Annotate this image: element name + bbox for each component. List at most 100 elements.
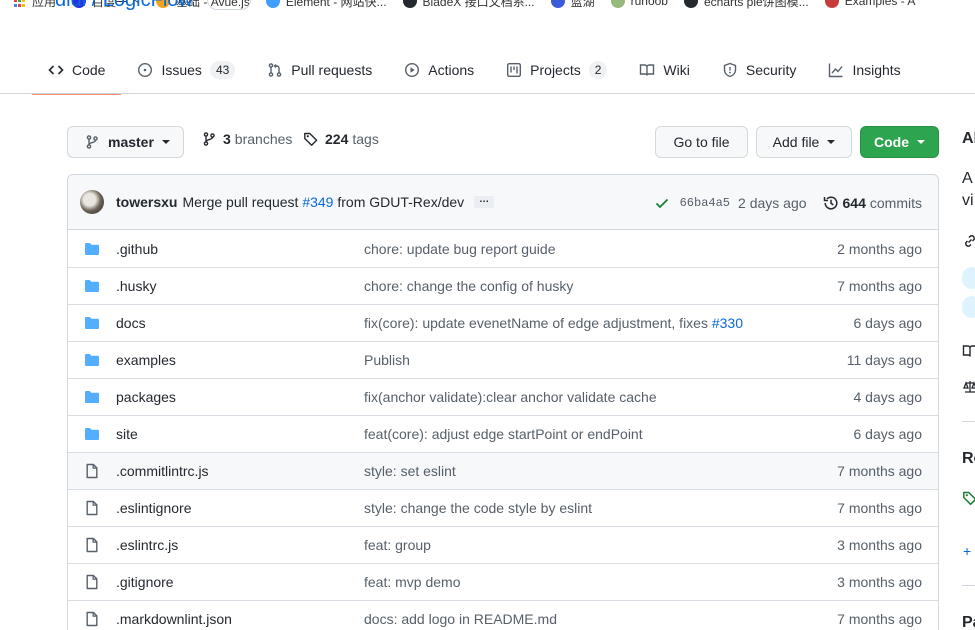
tab-code[interactable]: Code bbox=[32, 46, 122, 95]
table-row[interactable]: .eslintrc.js feat: group 3 months ago bbox=[68, 526, 938, 563]
github-icon bbox=[683, 0, 698, 8]
tab-projects[interactable]: Projects 2 bbox=[490, 46, 623, 94]
tab-actions[interactable]: Actions bbox=[388, 46, 490, 94]
table-row[interactable]: .eslintignore style: change the code styl… bbox=[68, 489, 938, 526]
commit-message-suffix[interactable]: from GDUT-Rex/dev bbox=[337, 194, 464, 210]
tags-count: 224 bbox=[325, 131, 349, 147]
commit-message-link[interactable]: docs: add logo in README.md bbox=[364, 611, 557, 627]
file-icon bbox=[84, 611, 100, 627]
bookmark-label: BladeX 接口文档系... bbox=[422, 0, 535, 9]
bookmark-label: echarts pie饼图模... bbox=[703, 0, 809, 9]
commit-message-cell: style: change the code style by eslint bbox=[364, 500, 837, 516]
issue-link[interactable]: #330 bbox=[712, 315, 743, 331]
commit-message-cell: fix(anchor validate):clear anchor valida… bbox=[364, 389, 854, 405]
commit-message-link[interactable]: style: change the code style by eslint bbox=[364, 500, 592, 516]
bookmark-item[interactable]: Examples - A bbox=[824, 0, 915, 8]
commit-message-link[interactable]: style: set eslint bbox=[364, 463, 456, 479]
commit-message-link[interactable]: Publish bbox=[364, 352, 410, 368]
packages-heading[interactable]: Pa bbox=[962, 614, 975, 630]
commit-message-link[interactable]: feat(core): adjust edge startPoint or en… bbox=[364, 426, 643, 442]
table-row[interactable]: .commitlintrc.js style: set eslint 7 month… bbox=[68, 452, 938, 489]
file-name-link[interactable]: .husky bbox=[116, 278, 364, 294]
commit-message-link[interactable]: fix(anchor validate):clear anchor valida… bbox=[364, 389, 657, 405]
bookmark-item[interactable]: 蓝湖 bbox=[550, 0, 595, 10]
bookmark-item[interactable]: echarts pie饼图模... bbox=[683, 0, 809, 10]
runoob-icon bbox=[610, 0, 625, 8]
releases-heading[interactable]: Re bbox=[962, 450, 975, 468]
file-name-link[interactable]: .eslintignore bbox=[116, 500, 364, 516]
about-heading: Al bbox=[962, 130, 975, 147]
tab-label: Wiki bbox=[663, 62, 690, 78]
bookmark-item[interactable]: Element - 网站快... bbox=[265, 0, 387, 10]
file-name-link[interactable]: examples bbox=[116, 352, 364, 368]
tab-issues[interactable]: Issues 43 bbox=[121, 46, 251, 94]
code-button[interactable]: Code bbox=[860, 126, 939, 158]
commit-message-cell: docs: add logo in README.md bbox=[364, 611, 837, 627]
commit-message-link[interactable]: fix(core): update evenetName of edge adj… bbox=[364, 315, 708, 331]
add-file-button[interactable]: Add file bbox=[756, 126, 852, 158]
table-row[interactable]: site feat(core): adjust edge startPoint o… bbox=[68, 415, 938, 452]
commit-pr-link[interactable]: #349 bbox=[302, 194, 333, 210]
file-name-link[interactable]: site bbox=[116, 426, 364, 442]
table-row[interactable]: packages fix(anchor validate):clear ancho… bbox=[68, 378, 938, 415]
more-releases-link[interactable]: + bbox=[963, 543, 971, 559]
file-name-link[interactable]: docs bbox=[116, 315, 364, 331]
commit-message-prefix[interactable]: Merge pull request bbox=[182, 194, 298, 210]
tab-security[interactable]: Security bbox=[706, 46, 813, 94]
branch-name: master bbox=[108, 134, 154, 150]
avatar[interactable] bbox=[80, 190, 104, 214]
bookmark-item[interactable]: BladeX 接口文档系... bbox=[402, 0, 535, 10]
file-name-link[interactable]: .markdownlint.json bbox=[116, 611, 364, 627]
folder-icon bbox=[84, 389, 100, 405]
tab-wiki[interactable]: Wiki bbox=[623, 46, 705, 94]
commit-time: 2 days ago bbox=[738, 194, 807, 211]
file-name-link[interactable]: packages bbox=[116, 389, 364, 405]
book-icon[interactable] bbox=[962, 343, 975, 359]
table-row[interactable]: .github chore: update bug report guide 2 m… bbox=[68, 230, 938, 267]
git-branch-icon bbox=[84, 134, 100, 150]
check-icon[interactable] bbox=[654, 195, 670, 211]
file-name-link[interactable]: .github bbox=[116, 241, 364, 257]
repo-title[interactable]: didi / LogicFlow bbox=[55, 0, 193, 22]
tab-insights[interactable]: Insights bbox=[812, 46, 916, 94]
bookmark-item[interactable]: 应用 bbox=[14, 0, 56, 10]
table-row[interactable]: examples Publish 11 days ago bbox=[68, 341, 938, 378]
file-name-link[interactable]: .eslintrc.js bbox=[116, 537, 364, 553]
table-row[interactable]: .husky chore: change the config of husky 7… bbox=[68, 267, 938, 304]
tab-pull-requests[interactable]: Pull requests bbox=[251, 46, 388, 94]
commit-message-cell: feat(core): adjust edge startPoint or en… bbox=[364, 426, 854, 442]
commit-message-link[interactable]: chore: change the config of husky bbox=[364, 278, 573, 294]
visibility-badge bbox=[207, 0, 251, 10]
commits-link[interactable]: 644 commits bbox=[823, 195, 922, 211]
topic-tag[interactable] bbox=[962, 296, 975, 318]
tab-label: Projects bbox=[530, 62, 581, 78]
commit-message-cell: feat: mvp demo bbox=[364, 574, 837, 590]
tags-link[interactable]: 224 tags bbox=[303, 131, 379, 147]
link-icon[interactable] bbox=[962, 233, 975, 249]
table-row[interactable]: .markdownlint.json docs: add logo in READ… bbox=[68, 600, 938, 630]
table-row[interactable]: docs fix(core): update evenetName of edge… bbox=[68, 304, 938, 341]
commit-message-link[interactable]: chore: update bug report guide bbox=[364, 241, 555, 257]
file-name-link[interactable]: .gitignore bbox=[116, 574, 364, 590]
law-icon[interactable] bbox=[962, 379, 975, 395]
bookmark-item[interactable]: runoob bbox=[610, 0, 668, 8]
commit-author[interactable]: towersxu bbox=[116, 194, 177, 210]
file-icon bbox=[84, 463, 100, 479]
shield-icon bbox=[722, 62, 738, 78]
go-to-file-button[interactable]: Go to file bbox=[655, 126, 748, 158]
git-branch-icon bbox=[201, 131, 217, 147]
expand-commit-button[interactable]: … bbox=[474, 195, 495, 208]
bookmark-label: 应用 bbox=[32, 0, 57, 9]
commit-message-cell: fix(core): update evenetName of edge adj… bbox=[364, 315, 854, 331]
tags-label: tags bbox=[352, 131, 379, 147]
table-row[interactable]: .gitignore feat: mvp demo 3 months ago bbox=[68, 563, 938, 600]
commit-message-link[interactable]: feat: group bbox=[364, 537, 431, 553]
topic-tag[interactable] bbox=[962, 267, 975, 289]
file-name-link[interactable]: .commitlintrc.js bbox=[116, 463, 364, 479]
tab-label: Pull requests bbox=[291, 62, 373, 78]
branch-select-button[interactable]: master bbox=[67, 126, 184, 158]
branches-link[interactable]: 3 branches bbox=[201, 131, 292, 147]
commit-message-link[interactable]: feat: mvp demo bbox=[364, 574, 461, 590]
tag-icon[interactable] bbox=[962, 490, 975, 506]
commit-sha[interactable]: 66ba4a5 bbox=[680, 196, 730, 210]
